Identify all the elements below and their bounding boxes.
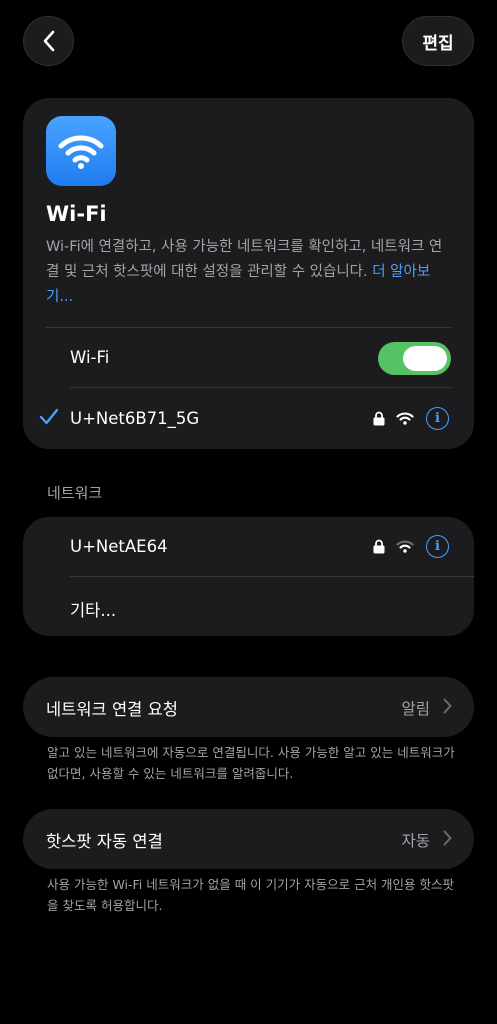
auto-hotspot-footer: 사용 가능한 Wi-Fi 네트워크가 없을 때 이 기기가 자동으로 근처 개인…: [47, 877, 455, 913]
back-button[interactable]: [23, 16, 74, 66]
wifi-toggle-label: Wi-Fi: [70, 348, 110, 367]
info-icon[interactable]: i: [426, 535, 449, 558]
chevron-right-icon: [443, 698, 452, 714]
other-network[interactable]: 기타...: [70, 597, 116, 621]
wifi-icon: [58, 135, 104, 169]
chevron-right-icon: [443, 830, 452, 846]
ask-to-join-label: 네트워크 연결 요청: [46, 700, 178, 719]
edit-button[interactable]: 편집: [402, 16, 474, 66]
lock-icon: [373, 539, 385, 554]
checkmark-icon: [39, 408, 59, 425]
auto-hotspot-value: 자동: [401, 832, 430, 850]
ask-to-join-row[interactable]: 네트워크 연결 요청 알림: [23, 677, 474, 737]
wifi-signal-icon: [396, 540, 414, 553]
divider: [70, 576, 474, 577]
networks-section-label: 네트워크: [47, 484, 103, 502]
wifi-app-icon: [46, 116, 116, 186]
wifi-signal-icon: [396, 412, 414, 425]
network-name[interactable]: U+NetAE64: [70, 537, 168, 556]
auto-hotspot-row[interactable]: 핫스팟 자동 연결 자동: [23, 809, 474, 869]
ask-to-join-footer: 알고 있는 네트워크에 자동으로 연결됩니다. 사용 가능한 알고 있는 네트워…: [47, 745, 455, 781]
wifi-description: Wi-Fi에 연결하고, 사용 가능한 네트워크를 확인하고, 네트워크 연결 …: [46, 235, 446, 310]
wifi-card: Wi-Fi Wi-Fi에 연결하고, 사용 가능한 네트워크를 확인하고, 네트…: [23, 98, 474, 449]
ask-to-join-value: 알림: [401, 700, 430, 718]
connected-network-name[interactable]: U+Net6B71_5G: [70, 409, 199, 428]
auto-hotspot-label: 핫스팟 자동 연결: [46, 832, 163, 851]
wifi-toggle[interactable]: [378, 342, 451, 375]
toggle-knob: [403, 346, 447, 371]
divider: [70, 387, 451, 388]
wifi-title: Wi-Fi: [46, 202, 107, 226]
lock-icon: [373, 411, 385, 426]
networks-card: U+NetAE64 i 기타...: [23, 517, 474, 636]
chevron-left-icon: [43, 30, 54, 52]
info-icon[interactable]: i: [426, 407, 449, 430]
divider: [46, 327, 451, 328]
